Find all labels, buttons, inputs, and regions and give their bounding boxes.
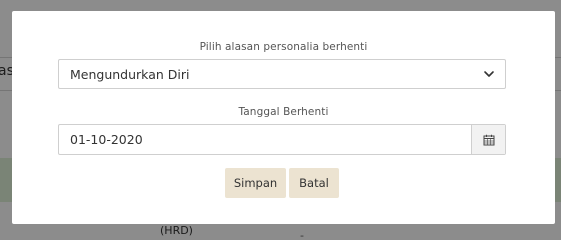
stop-date-input[interactable] bbox=[59, 125, 471, 154]
date-field bbox=[58, 124, 506, 155]
cancel-button[interactable]: Batal bbox=[289, 168, 339, 198]
calendar-icon bbox=[483, 134, 494, 145]
reason-label: Pilih alasan personalia berhenti bbox=[199, 41, 368, 53]
reason-select-value: Mengundurkan Diri bbox=[70, 66, 190, 82]
stop-personnel-modal: Pilih alasan personalia berhenti Mengund… bbox=[12, 11, 555, 224]
chevron-down-icon bbox=[484, 71, 494, 77]
date-picker-button[interactable] bbox=[471, 125, 505, 154]
reason-select[interactable]: Mengundurkan Diri bbox=[58, 59, 506, 89]
save-button[interactable]: Simpan bbox=[225, 168, 286, 198]
date-label: Tanggal Berhenti bbox=[238, 106, 329, 118]
